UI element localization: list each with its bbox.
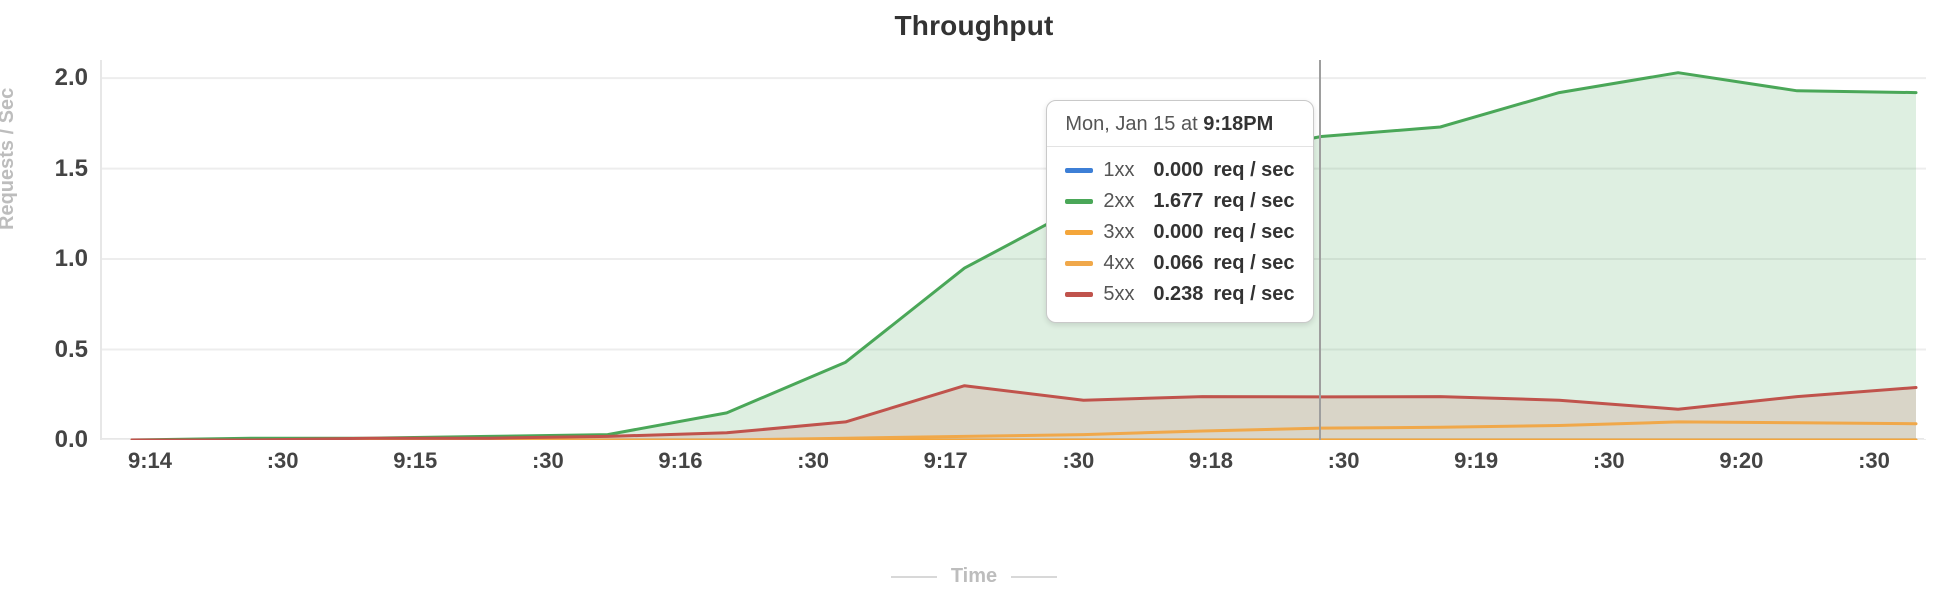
tooltip-series-name: 3xx <box>1103 221 1143 244</box>
x-tick: 9:17 <box>924 448 968 474</box>
throughput-chart: Throughput Requests / Sec Time 0.00.51.0… <box>0 0 1948 596</box>
tooltip-series-name: 4xx <box>1103 252 1143 275</box>
tooltip-row: 3xx 0.000 req / sec <box>1065 217 1294 248</box>
tooltip-unit: req / sec <box>1213 190 1294 213</box>
tooltip-unit: req / sec <box>1213 283 1294 306</box>
tooltip-unit: req / sec <box>1213 159 1294 182</box>
y-tick: 2.0 <box>8 64 88 92</box>
y-tick: 0.0 <box>8 426 88 454</box>
plot-area[interactable] <box>100 60 1924 440</box>
legend-swatch <box>1065 261 1093 266</box>
legend-swatch <box>1065 199 1093 204</box>
tooltip-row: 1xx 0.000 req / sec <box>1065 155 1294 186</box>
x-tick: :30 <box>1858 448 1890 474</box>
x-tick: :30 <box>267 448 299 474</box>
hover-marker <box>1319 60 1321 440</box>
tooltip-series-value: 1.677 <box>1153 190 1203 213</box>
tooltip-time: 9:18PM <box>1203 113 1273 135</box>
tooltip-row: 2xx 1.677 req / sec <box>1065 186 1294 217</box>
tooltip-series-name: 1xx <box>1103 159 1143 182</box>
x-tick: 9:18 <box>1189 448 1233 474</box>
x-tick: :30 <box>532 448 564 474</box>
x-tick: :30 <box>1593 448 1625 474</box>
y-tick: 0.5 <box>8 336 88 364</box>
x-tick: 9:15 <box>393 448 437 474</box>
tooltip-row: 5xx 0.238 req / sec <box>1065 279 1294 310</box>
chart-title: Throughput <box>0 10 1948 42</box>
legend-swatch <box>1065 292 1093 297</box>
x-tick: :30 <box>1062 448 1094 474</box>
x-tick: :30 <box>797 448 829 474</box>
tooltip-series-value: 0.000 <box>1153 221 1203 244</box>
tooltip-unit: req / sec <box>1213 252 1294 275</box>
tooltip-row: 4xx 0.066 req / sec <box>1065 248 1294 279</box>
tooltip-series-name: 5xx <box>1103 283 1143 306</box>
y-tick: 1.0 <box>8 245 88 273</box>
tooltip-series-value: 0.066 <box>1153 252 1203 275</box>
tooltip-header: Mon, Jan 15 at 9:18PM <box>1047 101 1312 147</box>
legend-swatch <box>1065 230 1093 235</box>
tooltip-series-name: 2xx <box>1103 190 1143 213</box>
chart-svg <box>102 60 1926 440</box>
tooltip-date-prefix: Mon, Jan 15 at <box>1065 113 1203 135</box>
x-tick: 9:16 <box>658 448 702 474</box>
x-tick: 9:19 <box>1454 448 1498 474</box>
legend-swatch <box>1065 168 1093 173</box>
x-ticks: 9:14 :30 9:15 :30 9:16 :30 9:17 :30 9:18 :30 9:19:… <box>100 448 1924 488</box>
tooltip-unit: req / sec <box>1213 221 1294 244</box>
x-axis-label: Time <box>0 565 1948 588</box>
tooltip: Mon, Jan 15 at 9:18PM 1xx 0.000 req / sec… <box>1046 100 1313 323</box>
x-tick: 9:20 <box>1719 448 1763 474</box>
tooltip-series-value: 0.238 <box>1153 283 1203 306</box>
tooltip-series-value: 0.000 <box>1153 159 1203 182</box>
x-tick: :30 <box>1328 448 1360 474</box>
series-fill-2xx <box>132 73 1916 440</box>
x-tick: 9:14 <box>128 448 172 474</box>
y-tick: 1.5 <box>8 155 88 183</box>
